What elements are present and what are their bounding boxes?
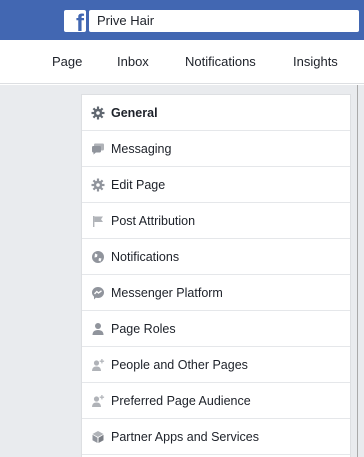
menu-item-label: Partner Apps and Services [111,430,259,444]
flag-icon [93,216,103,227]
nav-insights[interactable]: Insights [293,54,338,69]
facebook-logo-icon[interactable]: f [64,10,86,32]
menu-item-partner-apps-and-services[interactable]: Partner Apps and Services [82,419,350,455]
menu-item-label: Page Roles [111,322,176,336]
add-person-icon [92,395,105,407]
messenger-icon [92,287,104,300]
menu-item-label: People and Other Pages [111,358,248,372]
menu-item-general[interactable]: General [82,95,350,131]
menu-item-label: Notifications [111,250,180,264]
nav-page[interactable]: Page [52,54,82,69]
settings-menu: General Messaging Edit Page Post Attribu… [81,94,351,457]
menu-item-page-roles[interactable]: Page Roles [82,311,350,347]
gear-icon [91,106,105,120]
menu-item-messenger-platform[interactable]: Messenger Platform [82,275,350,311]
menu-item-label: Messenger Platform [111,286,223,300]
menu-item-post-attribution[interactable]: Post Attribution [82,203,350,239]
top-bar: f Prive Hair [0,0,364,40]
gear-icon [91,178,105,192]
page-name-field[interactable]: Prive Hair [89,10,359,32]
add-person-icon [92,359,105,371]
menu-item-label: General [111,106,158,120]
nav-notifications[interactable]: Notifications [185,54,256,69]
menu-item-messaging[interactable]: Messaging [82,131,350,167]
menu-item-preferred-page-audience[interactable]: Preferred Page Audience [82,383,350,419]
page-frame: f Prive Hair Page Inbox Notifications In… [0,0,364,457]
chat-bubbles-icon [92,143,104,155]
globe-icon [92,251,104,263]
content-divider [357,85,358,457]
nav-inbox[interactable]: Inbox [117,54,149,69]
cube-icon [92,431,104,443]
menu-item-edit-page[interactable]: Edit Page [82,167,350,203]
menu-item-people-and-other-pages[interactable]: People and Other Pages [82,347,350,383]
menu-item-label: Messaging [111,142,172,156]
menu-item-notifications[interactable]: Notifications [82,239,350,275]
menu-item-label: Edit Page [111,178,166,192]
page-nav: Page Inbox Notifications Insights [0,40,364,84]
person-icon [92,323,104,335]
menu-item-label: Preferred Page Audience [111,394,251,408]
menu-item-label: Post Attribution [111,214,196,228]
